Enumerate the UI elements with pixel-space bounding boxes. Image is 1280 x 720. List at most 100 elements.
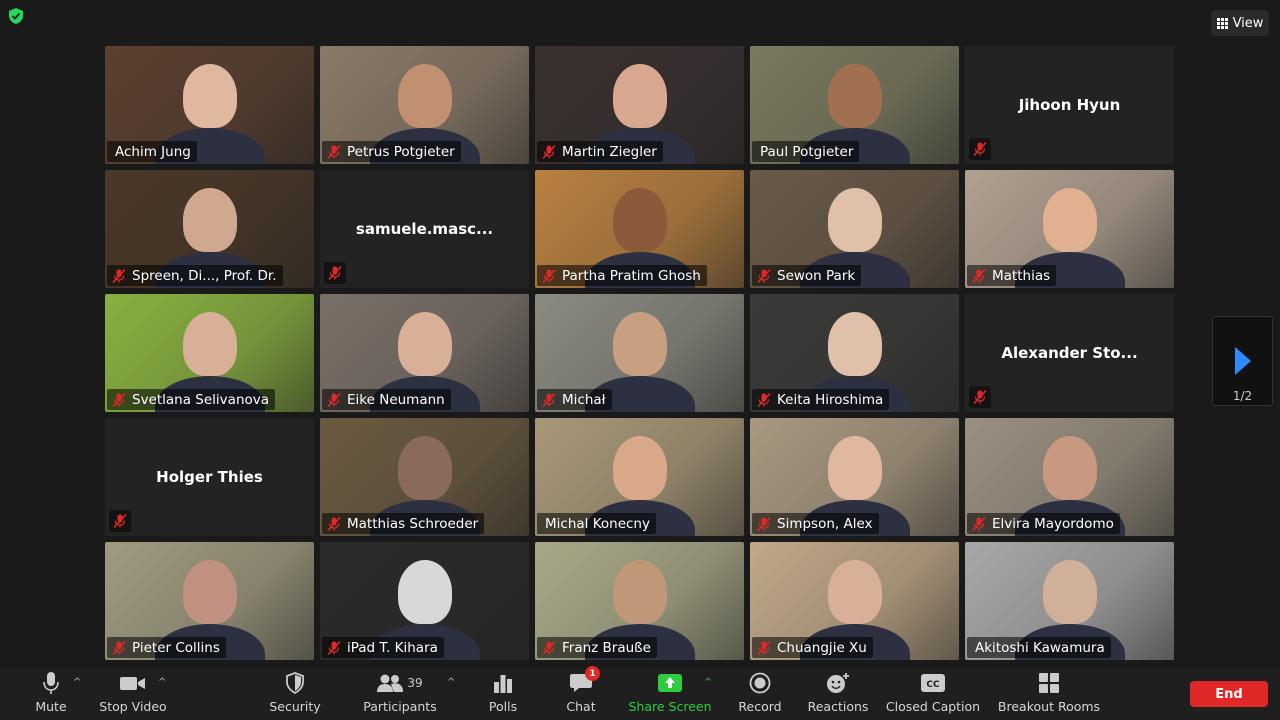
participant-name-label: Keita Hiroshima [752,389,890,410]
muted-mic-icon [112,268,126,283]
participant-tile[interactable]: Paul Potgieter [750,46,959,164]
muted-mic-icon [757,640,771,655]
svg-text:CC: CC [926,680,940,690]
participants-options-caret[interactable]: ^ [447,677,455,688]
participant-tile[interactable]: Jihoon Hyun [965,46,1174,164]
participant-silhouette [183,312,237,376]
next-page-button[interactable]: 1/2 [1212,316,1273,406]
breakout-rooms-button[interactable]: Breakout Rooms [996,668,1102,720]
participant-tile[interactable]: Franz Brauße [535,542,744,660]
end-meeting-button[interactable]: End [1190,681,1268,707]
participant-name: Alexander Sto... [1001,344,1138,362]
security-button[interactable]: Security [265,668,325,720]
participant-silhouette [183,64,237,128]
next-arrow-icon [1235,347,1251,375]
muted-mic-icon [112,392,126,407]
participant-name-label: Paul Potgieter [752,141,860,162]
participant-tile[interactable]: Matthias Schroeder [320,418,529,536]
share-screen-label: Share Screen [628,699,712,714]
participants-label: Participants [363,699,437,714]
participant-tile[interactable]: Petrus Potgieter [320,46,529,164]
participant-name-label: Eike Neumann [322,389,451,410]
view-button[interactable]: View [1211,10,1269,36]
chat-button[interactable]: 1 Chat [561,666,601,720]
participant-tile[interactable]: Martin Ziegler [535,46,744,164]
participant-tile[interactable]: Sewon Park [750,170,959,288]
mute-button[interactable]: Mute [27,668,75,720]
participant-name: Martin Ziegler [562,143,657,160]
participant-tile[interactable]: iPad T. Kihara [320,542,529,660]
participant-name: Matthias Schroeder [347,515,479,532]
participant-tile[interactable]: Svetlana Selivanova [105,294,314,412]
muted-mic-icon [112,640,126,655]
mute-options-caret[interactable]: ^ [73,677,81,688]
participant-name-label: Simpson, Alex [752,513,879,534]
participant-name-label: Partha Pratim Ghosh [537,265,707,286]
participant-tile[interactable]: Achim Jung [105,46,314,164]
participant-tile[interactable]: Pieter Collins [105,542,314,660]
share-options-caret[interactable]: ^ [704,677,712,688]
muted-mic-icon [757,516,771,531]
participant-tile[interactable]: Alexander Sto... [965,294,1174,412]
participant-name-label: Chuangjie Xu [752,637,873,658]
participant-silhouette [828,188,882,252]
participant-tile[interactable]: samuele.masc... [320,170,529,288]
video-camera-icon [120,677,145,690]
participant-silhouette [613,188,667,252]
video-options-caret[interactable]: ^ [158,677,166,688]
participant-tile[interactable]: Spreen, Di..., Prof. Dr. [105,170,314,288]
stop-video-label: Stop Video [99,699,167,714]
participant-silhouette [828,560,882,624]
participant-name-label: Achim Jung [107,141,197,162]
participant-tile[interactable]: Simpson, Alex [750,418,959,536]
participant-tile[interactable]: Michał [535,294,744,412]
stop-video-button[interactable]: Stop Video [98,668,168,720]
participant-name: Akitoshi Kawamura [975,639,1105,656]
closed-caption-label: Closed Caption [885,699,981,714]
participants-button[interactable]: 39 Participants [360,668,440,720]
participant-silhouette [828,436,882,500]
polls-button[interactable]: Polls [482,668,524,720]
participant-name: Elvira Mayordomo [992,515,1114,532]
participant-tile[interactable]: Eike Neumann [320,294,529,412]
participant-name: Sewon Park [777,267,856,284]
closed-caption-button[interactable]: CC Closed Caption [885,668,981,720]
participant-name: Keita Hiroshima [777,391,884,408]
participant-silhouette [828,312,882,376]
participant-name: Eike Neumann [347,391,445,408]
share-screen-button[interactable]: Share Screen [626,668,714,720]
participant-name: samuele.masc... [355,220,494,238]
participant-tile[interactable]: Partha Pratim Ghosh [535,170,744,288]
participant-name: Jihoon Hyun [1018,96,1121,114]
participants-icon [377,674,404,692]
participant-name: Simpson, Alex [777,515,873,532]
participant-tile[interactable]: Chuangjie Xu [750,542,959,660]
participant-name-label: Petrus Potgieter [322,141,461,162]
participant-silhouette [1043,436,1097,500]
participant-tile[interactable]: Michal Konecny [535,418,744,536]
participant-tile[interactable]: Holger Thies [105,418,314,536]
reactions-smiley-icon [827,673,849,693]
participant-silhouette [613,64,667,128]
participant-name-label: Akitoshi Kawamura [967,637,1111,658]
muted-mic-icon [757,392,771,407]
participant-name: Michał [562,391,606,408]
participant-silhouette [613,312,667,376]
muted-mic-icon [972,516,986,531]
participant-tile[interactable]: Elvira Mayordomo [965,418,1174,536]
encryption-shield-icon[interactable] [7,7,25,25]
participant-tile[interactable]: Matthias [965,170,1174,288]
participant-tile[interactable]: Akitoshi Kawamura [965,542,1174,660]
record-button[interactable]: Record [735,668,785,720]
muted-mic-icon [972,268,986,283]
muted-mic-icon [324,262,346,284]
view-label: View [1232,15,1264,31]
mute-label: Mute [35,699,67,714]
muted-mic-icon [542,268,556,283]
participant-silhouette [613,560,667,624]
participant-tile[interactable]: Keita Hiroshima [750,294,959,412]
participant-name-label: Matthias Schroeder [322,513,485,534]
reactions-button[interactable]: Reactions [806,668,870,720]
participant-silhouette [183,560,237,624]
page-indicator: 1/2 [1232,389,1253,403]
